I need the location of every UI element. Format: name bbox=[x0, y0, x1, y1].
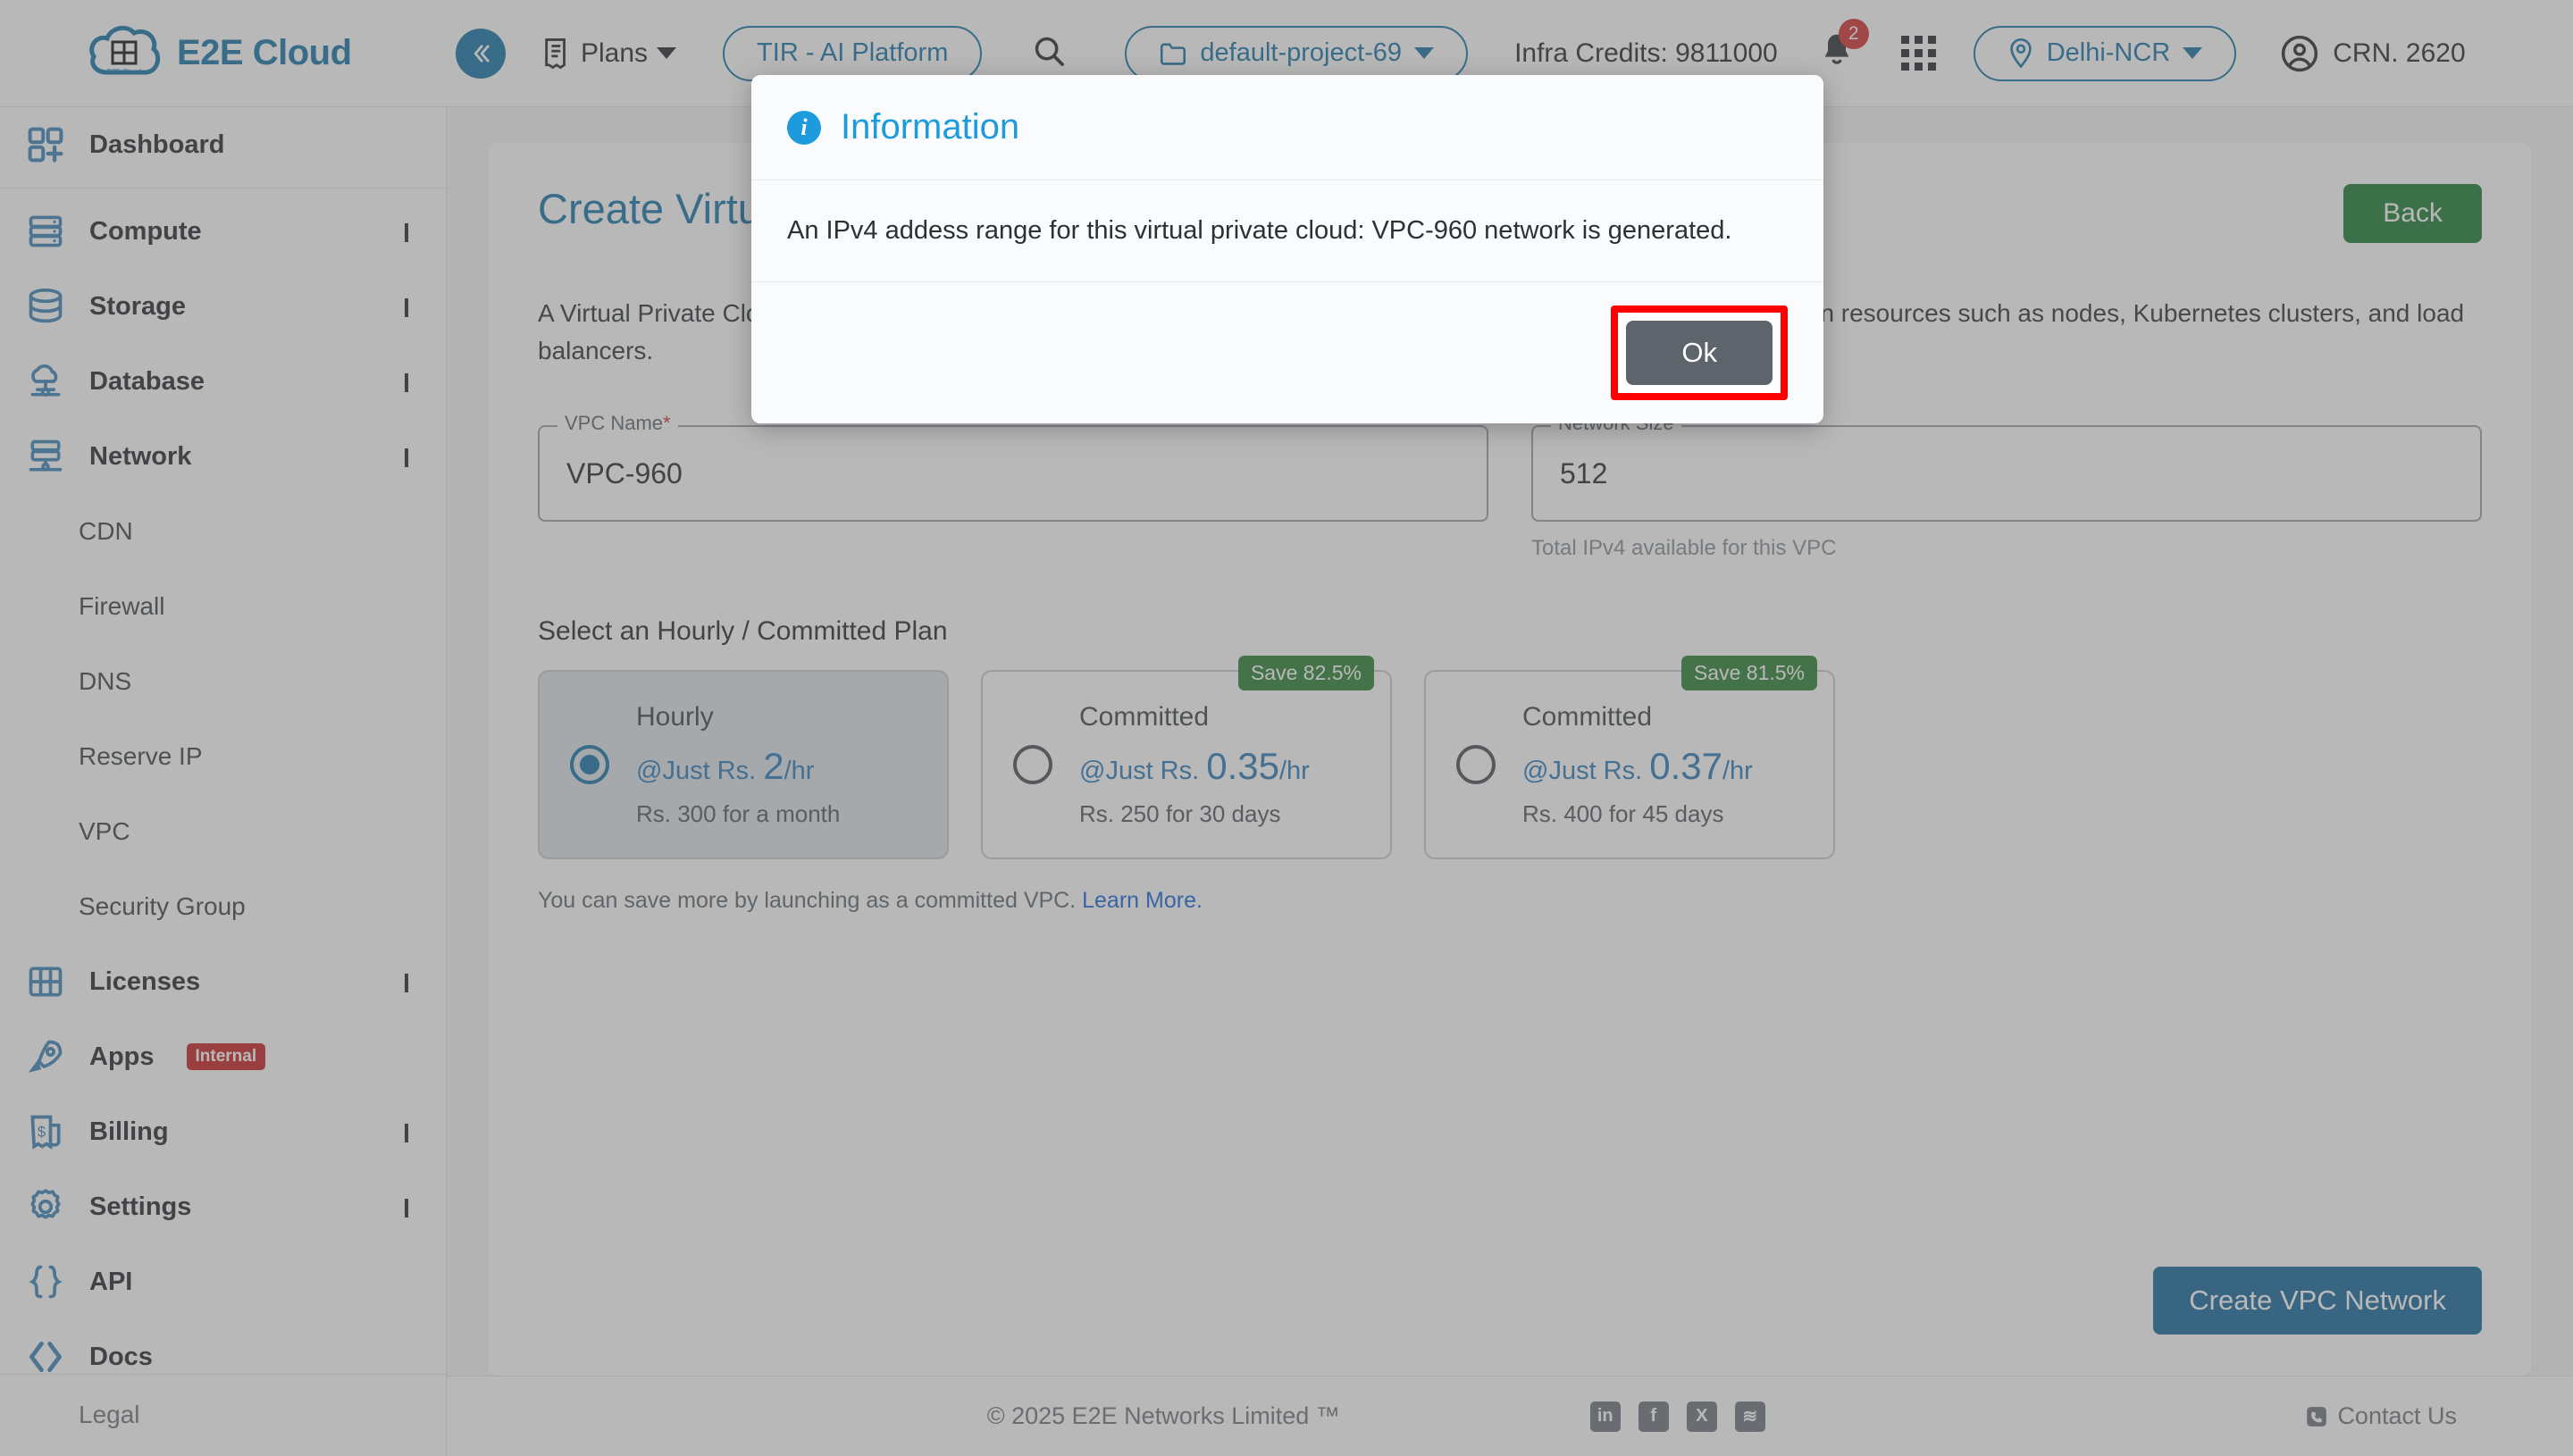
ok-button-highlight: Ok bbox=[1611, 305, 1788, 400]
modal-header: i Information bbox=[751, 75, 1823, 180]
modal-message: An IPv4 addess range for this virtual pr… bbox=[751, 180, 1823, 282]
modal-title: Information bbox=[841, 107, 1020, 146]
app-root: E2E Cloud E2E Cloud Plans TIR - AI Platf… bbox=[0, 0, 2573, 1456]
information-modal: i Information An IPv4 addess range for t… bbox=[751, 75, 1823, 423]
modal-ok-button[interactable]: Ok bbox=[1626, 321, 1773, 385]
info-icon: i bbox=[787, 110, 821, 145]
modal-footer: Ok bbox=[751, 282, 1823, 423]
